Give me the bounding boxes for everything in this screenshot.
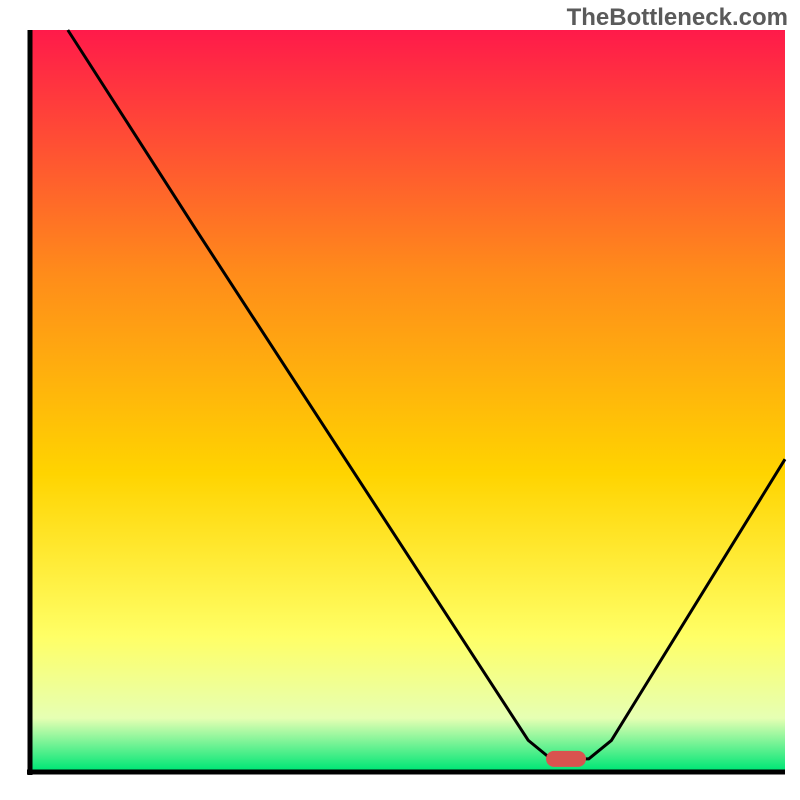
chart-svg [0, 0, 800, 800]
plot-background [30, 30, 785, 770]
valley-marker [546, 751, 586, 767]
chart-container: TheBottleneck.com [0, 0, 800, 800]
watermark-label: TheBottleneck.com [567, 4, 788, 32]
